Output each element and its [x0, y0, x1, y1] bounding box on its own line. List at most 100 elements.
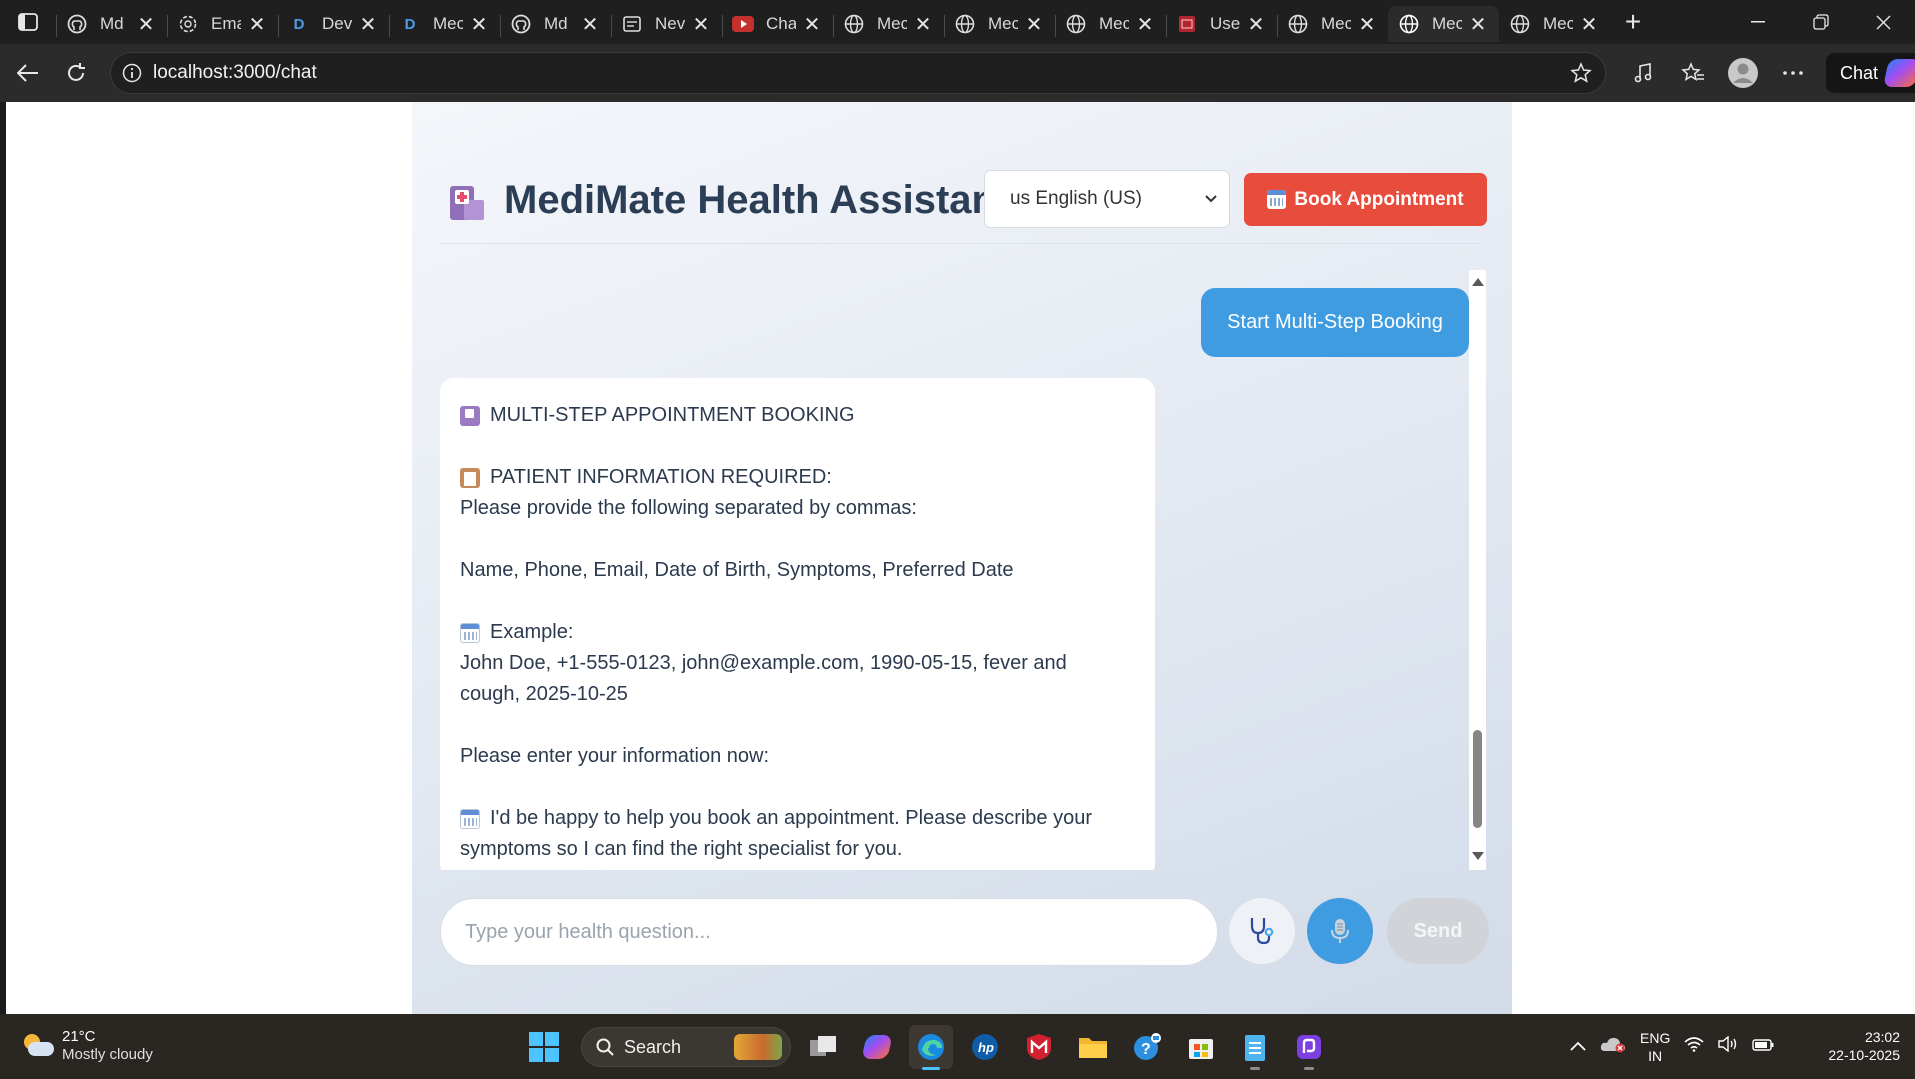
close-window-button[interactable]	[1852, 0, 1915, 44]
back-button[interactable]	[4, 49, 52, 97]
close-tab-icon[interactable]: ✕	[1578, 13, 1600, 36]
medimate-app: MediMate Health Assistant us English (US…	[412, 102, 1512, 1014]
symptom-checker-button[interactable]	[1229, 898, 1295, 964]
task-view-icon	[810, 1036, 836, 1056]
hp-app[interactable]: hp	[963, 1025, 1007, 1069]
minimize-icon	[1750, 21, 1765, 23]
mcafee-shield-icon	[1027, 1034, 1051, 1060]
message-input[interactable]	[440, 898, 1218, 966]
favorite-star-icon[interactable]	[1557, 62, 1605, 84]
page-title: MediMate Health Assistant	[504, 178, 1010, 222]
more-options-button[interactable]	[1768, 49, 1818, 97]
book-appointment-button[interactable]: Book Appointment	[1244, 173, 1487, 226]
browser-tab[interactable]: Mec ✕	[944, 6, 1055, 42]
scrollbar-thumb[interactable]	[1473, 730, 1482, 828]
close-tab-icon[interactable]: ✕	[246, 13, 268, 36]
browser-tab[interactable]: Use ✕	[1166, 6, 1277, 42]
browser-tab[interactable]: D Dev ✕	[278, 6, 389, 42]
search-highlight-icon	[734, 1034, 782, 1060]
system-clock[interactable]: 23:02 22-10-2025	[1816, 1028, 1900, 1064]
send-button[interactable]: Send	[1387, 898, 1489, 964]
browser-tab[interactable]: Mec ✕	[833, 6, 944, 42]
browser-tab[interactable]: Mec ✕	[1055, 6, 1166, 42]
new-tab-button[interactable]: +	[1610, 0, 1656, 44]
close-tab-icon[interactable]: ✕	[1134, 13, 1156, 36]
browser-tab[interactable]: Mec ✕	[1277, 6, 1388, 42]
stethoscope-icon	[1250, 918, 1274, 945]
toolbar-right: Chat	[1618, 44, 1915, 102]
copilot-chat-button[interactable]: Chat	[1826, 53, 1915, 93]
close-tab-icon[interactable]: ✕	[801, 13, 823, 36]
favorites-button[interactable]	[1668, 49, 1718, 97]
profile-button[interactable]	[1718, 49, 1768, 97]
copilot-app[interactable]	[855, 1025, 899, 1069]
d-icon: D	[293, 15, 305, 33]
input-language[interactable]: ENG IN	[1640, 1029, 1670, 1065]
avatar-icon	[1728, 58, 1758, 88]
media-control-button[interactable]	[1618, 49, 1668, 97]
close-tab-icon[interactable]: ✕	[912, 13, 934, 36]
weather-description: Mostly cloudy	[62, 1046, 153, 1063]
weather-temperature: 21°C	[62, 1028, 96, 1045]
globe-icon	[954, 13, 976, 35]
close-tab-icon[interactable]: ✕	[1467, 13, 1489, 36]
window-controls	[1726, 0, 1915, 44]
message-line: Please enter your information now:	[460, 745, 770, 767]
notepad-app[interactable]	[1233, 1025, 1277, 1070]
clipboard-icon	[460, 467, 480, 488]
globe-icon	[843, 13, 865, 35]
close-tab-icon[interactable]: ✕	[690, 13, 712, 36]
close-tab-icon[interactable]: ✕	[135, 13, 157, 36]
browser-tab[interactable]: Md ✕	[500, 6, 611, 42]
browser-tab[interactable]: Nev ✕	[611, 6, 722, 42]
mcafee-app[interactable]	[1017, 1025, 1061, 1069]
purple-app[interactable]	[1287, 1025, 1331, 1070]
browser-tab[interactable]: Md ✕	[56, 6, 167, 42]
chevron-up-icon[interactable]	[1570, 1038, 1586, 1056]
close-icon	[1876, 15, 1891, 29]
task-view-app[interactable]	[801, 1025, 845, 1069]
file-explorer-app[interactable]	[1071, 1025, 1115, 1069]
browser-tab[interactable]: Mec ✕	[1499, 6, 1610, 42]
folder-icon	[1079, 1038, 1107, 1058]
address-bar[interactable]: localhost:3000/chat	[110, 52, 1606, 94]
browser-tab[interactable]: Ema✕	[167, 6, 278, 42]
get-help-app[interactable]: ?	[1125, 1025, 1169, 1069]
close-tab-icon[interactable]: ✕	[357, 13, 379, 36]
browser-tab[interactable]: D Mec ✕	[389, 6, 500, 42]
restore-button[interactable]	[1789, 0, 1852, 44]
scroll-up-arrow-icon[interactable]	[1472, 278, 1484, 286]
browser-tab[interactable]: Cha ✕	[722, 6, 833, 42]
scroll-down-arrow-icon[interactable]	[1472, 852, 1484, 860]
microsoft-store-app[interactable]	[1179, 1025, 1223, 1069]
app-header: MediMate Health Assistant us English (US…	[440, 158, 1487, 244]
chat-scrollbar[interactable]	[1469, 270, 1486, 870]
edge-app[interactable]	[909, 1025, 953, 1070]
message-line: John Doe, +1-555-0123, john@example.com,…	[460, 652, 1067, 674]
weather-widget[interactable]: 21°C Mostly cloudy	[20, 1028, 153, 1064]
onedrive-icon[interactable]	[1600, 1035, 1626, 1058]
close-tab-icon[interactable]: ✕	[579, 13, 601, 36]
site-info-icon[interactable]	[111, 53, 153, 93]
volume-icon[interactable]	[1718, 1035, 1738, 1057]
reload-button[interactable]	[52, 49, 100, 97]
taskbar-apps: Search hp ?	[526, 1022, 1331, 1072]
windows-start-icon[interactable]	[529, 1032, 559, 1062]
tab-actions-button[interactable]	[0, 0, 56, 44]
voice-input-button[interactable]	[1307, 898, 1373, 964]
copilot-icon	[861, 1035, 893, 1059]
calendar-icon	[1267, 190, 1287, 209]
language-select[interactable]: us English (US)	[984, 170, 1230, 228]
edge-browser-icon	[918, 1034, 944, 1060]
wifi-icon[interactable]	[1684, 1036, 1704, 1057]
close-tab-icon[interactable]: ✕	[1356, 13, 1378, 36]
browser-tab-active[interactable]: Mec ✕	[1388, 6, 1499, 42]
url-text[interactable]: localhost:3000/chat	[153, 62, 317, 84]
minimize-button[interactable]	[1726, 0, 1789, 44]
message-line: MULTI-STEP APPOINTMENT BOOKING	[460, 400, 1135, 431]
close-tab-icon[interactable]: ✕	[468, 13, 490, 36]
close-tab-icon[interactable]: ✕	[1023, 13, 1045, 36]
taskbar-search[interactable]: Search	[581, 1027, 791, 1067]
close-tab-icon[interactable]: ✕	[1245, 13, 1267, 36]
battery-icon[interactable]	[1752, 1038, 1774, 1056]
